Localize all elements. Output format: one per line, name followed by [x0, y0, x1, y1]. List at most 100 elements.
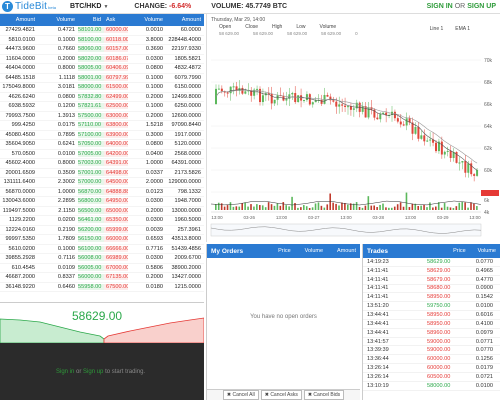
volume-bar	[276, 203, 279, 210]
trade-row: 13:44:41 58950.00 0.4100	[363, 320, 500, 329]
trade-volume: 0.6016	[475, 311, 493, 318]
order-book-ask-price: 60000.00	[104, 27, 128, 34]
order-book-ask-amount: 228448.4000	[168, 36, 201, 43]
trade-volume: 0.0721	[475, 373, 493, 380]
order-book-row[interactable]: 36148.9220 0.6460 55958.00 67500.00 0.0180 12…	[0, 283, 204, 292]
change-value: -6.64%	[169, 3, 192, 10]
order-book-row[interactable]: 5810.0100 0.1000 58100.00 60118.00 3.8000 228…	[0, 36, 204, 45]
candle-body	[440, 141, 443, 155]
trade-row: 13:26:14 60000.00 0.0179	[363, 364, 500, 373]
order-book-ask-volume: 0.0300	[145, 217, 163, 224]
order-book-row[interactable]: 45080.4500 0.7895 57100.00 63900.00 0.3000 19…	[0, 131, 204, 140]
trade-form-panel: Sign in or Sign up to start trading.	[0, 343, 204, 400]
ma-line-long	[215, 89, 478, 164]
ema-indicator-toggle[interactable]: EMA 1	[455, 26, 470, 32]
order-book-bid-amount: 36148.9220	[5, 283, 35, 290]
sign-in-link[interactable]: SIGN IN	[427, 3, 453, 10]
order-book-row[interactable]: 6938.5932 0.1200 57821.61 62500.00 0.1000 625…	[0, 102, 204, 112]
order-book-row[interactable]: 79993.7500 1.3913 57500.00 63000.00 0.2000 12…	[0, 112, 204, 121]
cancel-asks-button[interactable]: ✖ Cancel Asks	[260, 390, 302, 400]
candle-body	[364, 106, 367, 118]
trade-time: 13:44:41	[367, 329, 389, 336]
volume-bar	[241, 203, 243, 210]
order-book-row[interactable]: 4626.6240 0.0800 57832.80 62499.00 0.2000 124…	[0, 93, 204, 102]
pair-selector[interactable]: BTC/HKD ▼	[70, 3, 108, 10]
order-book-row[interactable]: 20001.6509 0.3509 57001.00 64498.00 0.0337 21…	[0, 169, 204, 178]
x-tick-label: 03-27	[308, 215, 320, 220]
order-book-ask-price: 63900.00	[104, 131, 128, 138]
order-book-ask-price: 64888.88	[104, 188, 128, 195]
order-book-ask-amount: 129000.0000	[168, 179, 201, 186]
order-book-bid-amount: 46687.2000	[5, 274, 35, 281]
logo[interactable]: T TideBit beta	[2, 1, 56, 12]
top-bar: T TideBit beta BTC/HKD ▼ CHANGE: -6.64% …	[0, 0, 500, 14]
trade-row: 13:39:39 59000.00 0.0770	[363, 346, 500, 356]
volume-value: 45.7749 BTC	[245, 3, 288, 10]
order-book-row[interactable]: 44473.9600 0.7660 58060.00 60157.00 0.3690 22…	[0, 45, 204, 55]
sign-up-link[interactable]: SIGN UP	[467, 3, 496, 10]
candlestick-chart[interactable]: 70k68k66k64k62k60k58k6k4k13:0003-2613:00…	[207, 14, 500, 242]
auth-links: SIGN IN OR SIGN UP	[427, 3, 496, 10]
candle-body	[420, 135, 423, 139]
volume-bar	[320, 205, 323, 210]
order-book-row[interactable]: 64485.1518 1.1118 58001.00 60797.99 0.1000 60…	[0, 74, 204, 83]
volume-bar	[244, 202, 246, 210]
order-book-row[interactable]: 35604.9050 0.6241 57050.00 64000.00 0.0800 51…	[0, 140, 204, 150]
order-book-ask-volume: 0.2000	[145, 274, 163, 281]
order-book-row[interactable]: 46687.2000 0.8337 56000.00 67135.00 0.2000 13…	[0, 273, 204, 283]
order-book-ask-volume: 0.6593	[145, 236, 163, 243]
order-book-row[interactable]: 46404.0000 0.8000 58005.00 60406.09 0.0800 48…	[0, 64, 204, 74]
candle-body	[326, 94, 329, 97]
price-chart[interactable]: 70k68k66k64k62k60k58k6k4k13:0003-2613:00…	[206, 14, 500, 242]
candle-body	[314, 100, 317, 103]
volume-bar	[300, 207, 302, 210]
volume-bar	[405, 192, 408, 210]
trade-row: 14:19:23 58629.00 0.0770	[363, 258, 500, 267]
volume-bar	[370, 205, 373, 210]
cancel-bids-button[interactable]: ✖ Cancel Bids	[303, 390, 345, 400]
order-book-ask-amount: 798.1332	[177, 188, 201, 195]
order-book-row[interactable]: 570.0500 0.0100 57005.00 64200.00 0.0400 2568…	[0, 150, 204, 159]
trade-row: 14:11:41 58629.00 0.4965	[363, 267, 500, 276]
order-book-row[interactable]: 175049.8000 3.0181 58000.00 61500.00 0.1000 6…	[0, 83, 204, 93]
order-book-row[interactable]: 12224.0160 0.2190 56200.00 65999.00 0.0039 25…	[0, 226, 204, 235]
trade-price: 59000.00	[427, 338, 451, 345]
order-book-ask-price: 64498.00	[104, 169, 128, 176]
order-book-ask-price: 67000.00	[104, 264, 128, 271]
order-book-row[interactable]: 1129.2200 0.0200 56461.00 65350.00 0.0300 196…	[0, 216, 204, 226]
signin-prompt-signup-link[interactable]: Sign up	[83, 369, 103, 375]
order-book-row[interactable]: 45602.4000 0.8000 57003.00 64391.00 1.0000 64…	[0, 159, 204, 169]
candle-body	[464, 161, 467, 173]
candle-body	[232, 86, 235, 88]
signin-prompt-signin-link[interactable]: Sign in	[56, 369, 74, 375]
order-book-row[interactable]: 11604.0000 0.2000 58020.00 60186.07 0.0300 18…	[0, 55, 204, 64]
line-indicator-toggle[interactable]: Line 1	[430, 26, 444, 32]
order-book-row[interactable]: 131111.6400 2.3002 57000.00 64500.00 2.0000 1…	[0, 178, 204, 188]
order-book-bid-volume: 0.8000	[57, 160, 75, 167]
order-book-ask-amount: 97090.8440	[171, 122, 201, 129]
order-book-row[interactable]: 5610.0200 0.1000 56100.00 66666.00 0.7716 514…	[0, 245, 204, 254]
order-book-bid-amount: 64485.1518	[5, 74, 35, 81]
order-book-ask-volume: 1.5218	[145, 122, 163, 129]
volume-bar	[423, 204, 425, 210]
order-book-ask-amount: 22197.9330	[171, 46, 201, 53]
order-book-row[interactable]: 27429.4821 0.4721 58101.00 60000.00 0.0010 60…	[0, 26, 204, 36]
order-book-row[interactable]: 99997.5350 1.7809 56150.00 66000.00 0.6593 43…	[0, 235, 204, 245]
order-book-bid-volume: 0.6241	[57, 141, 75, 148]
y-tick-label: 64k	[484, 124, 493, 130]
candle-body	[399, 121, 402, 125]
trade-price: 58680.00	[427, 285, 451, 292]
candle-body	[261, 95, 264, 103]
cancel-all-button[interactable]: ✖ Cancel All	[222, 390, 259, 400]
order-book-row[interactable]: 56870.0000 1.0000 56870.00 64888.88 0.0123 79…	[0, 188, 204, 197]
y-tick-label: 60k	[484, 168, 493, 174]
order-book-row[interactable]: 119497.5000 2.1150 56500.00 65000.00 0.2000 1…	[0, 207, 204, 216]
order-book-row[interactable]: 610.4545 0.0109 56005.00 67000.00 0.5806 3890…	[0, 264, 204, 273]
volume-bar	[247, 206, 249, 210]
order-book-row[interactable]: 39855.2928 0.7116 56008.00 66989.00 0.0300 20…	[0, 254, 204, 264]
order-book-row[interactable]: 130043.6000 2.2895 56800.00 64950.00 0.0300 1…	[0, 197, 204, 207]
order-book-ask-volume: 0.7716	[145, 245, 163, 252]
col-bid-volume: Volume	[56, 17, 75, 23]
order-book-ask-volume: 0.3690	[145, 46, 163, 53]
order-book-row[interactable]: 999.4250 0.0175 57110.00 63800.00 1.5218 9709…	[0, 121, 204, 131]
